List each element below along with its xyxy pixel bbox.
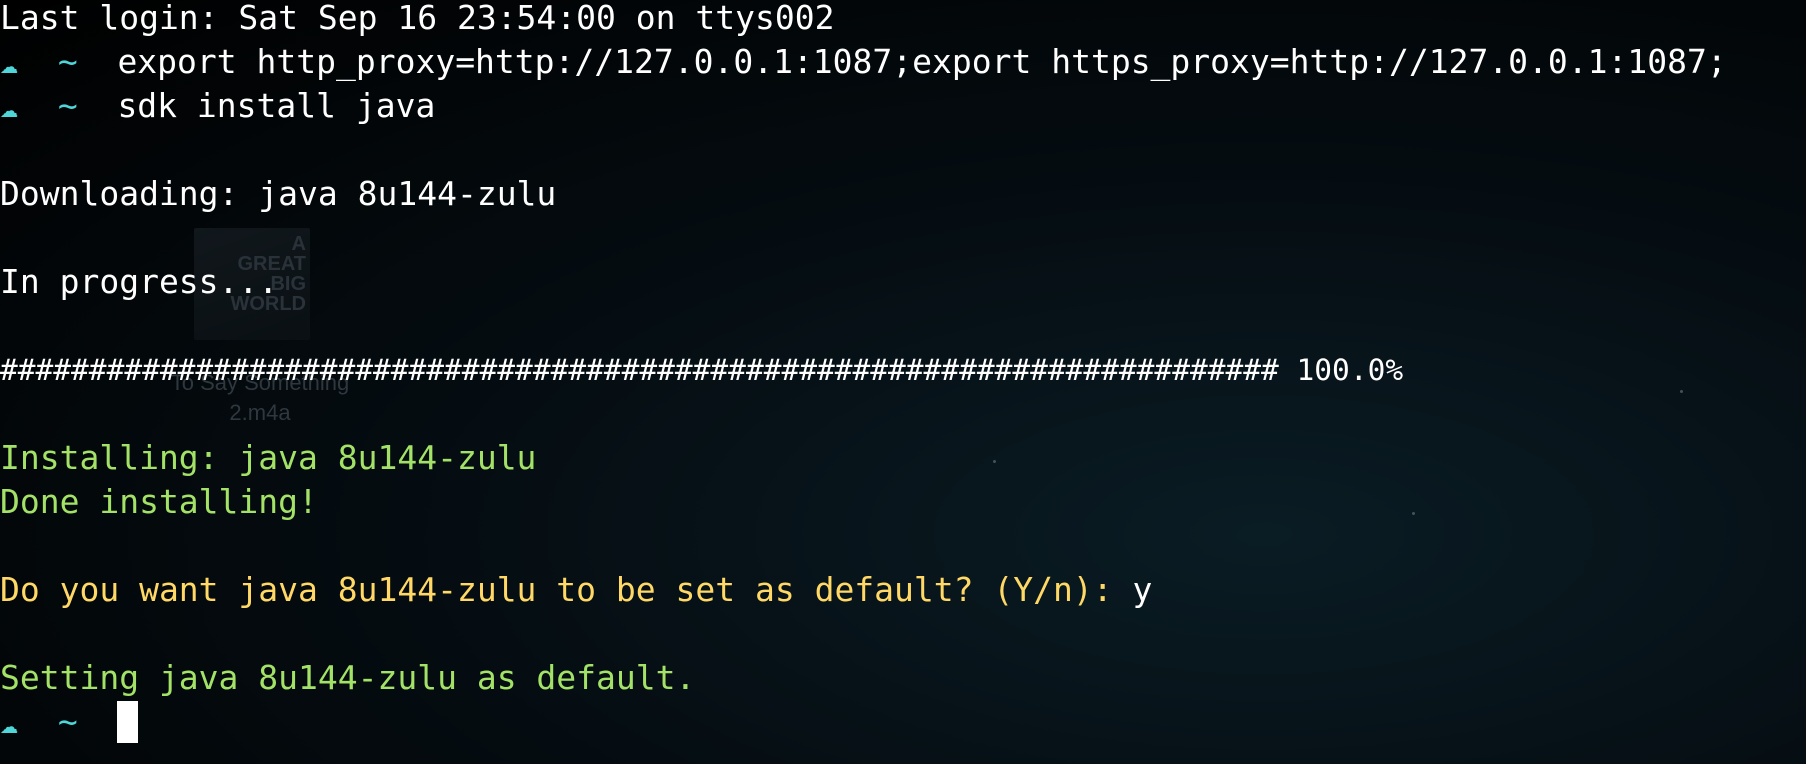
prompt-line-1: ☁ ~ export http_proxy=http://127.0.0.1:1… <box>0 40 1727 84</box>
text-cursor[interactable] <box>117 701 139 743</box>
terminal-window[interactable]: Last login: Sat Sep 16 23:54:00 on ttys0… <box>0 0 1806 764</box>
prompt-tilde: ~ <box>57 702 78 741</box>
default-answer: y <box>1132 570 1153 609</box>
prompt-line-2: ☁ ~ sdk install java <box>0 84 435 128</box>
command-text: export http_proxy=http://127.0.0.1:1087;… <box>117 42 1727 81</box>
cloud-icon: ☁ <box>0 90 19 125</box>
default-question-line: Do you want java 8u144-zulu to be set as… <box>0 568 1152 612</box>
in-progress-line: In progress... <box>0 262 279 301</box>
cloud-icon: ☁ <box>0 46 19 81</box>
prompt-tilde: ~ <box>57 86 78 125</box>
default-question: Do you want java 8u144-zulu to be set as… <box>0 570 1133 609</box>
setting-default-line: Setting java 8u144-zulu as default. <box>0 658 696 697</box>
last-login-line: Last login: Sat Sep 16 23:54:00 on ttys0… <box>0 0 835 37</box>
done-installing-line: Done installing! <box>0 482 318 521</box>
cloud-icon: ☁ <box>0 706 19 741</box>
prompt-line-3[interactable]: ☁ ~ <box>0 700 139 744</box>
prompt-tilde: ~ <box>57 42 78 81</box>
progress-line: ########################################… <box>0 348 1403 392</box>
installing-line: Installing: java 8u144-zulu <box>0 438 537 477</box>
progress-bar: ########################################… <box>0 353 1279 387</box>
downloading-line: Downloading: java 8u144-zulu <box>0 174 557 213</box>
command-text: sdk install java <box>117 86 436 125</box>
progress-percent: 100.0% <box>1296 353 1404 387</box>
